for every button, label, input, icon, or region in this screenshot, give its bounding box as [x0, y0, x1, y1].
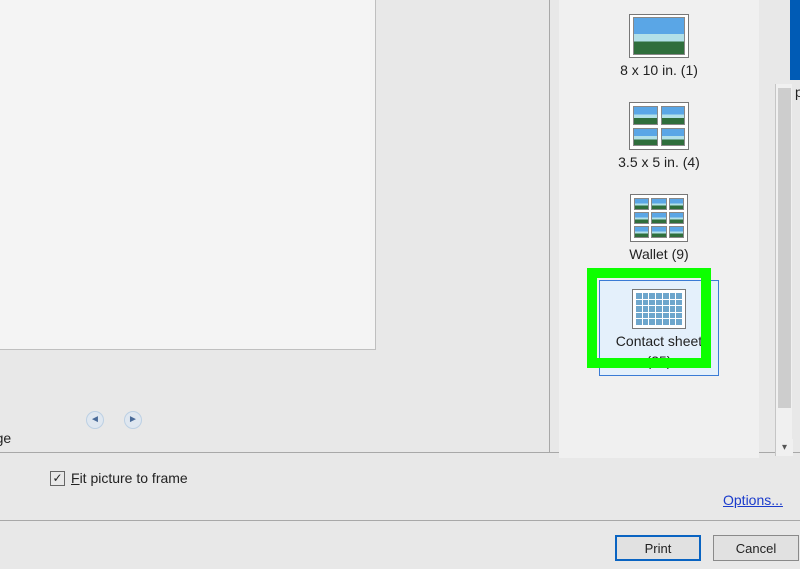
- photo-icon: [633, 106, 658, 125]
- photo-icon: [651, 198, 666, 210]
- pager-next-button[interactable]: ►: [124, 411, 142, 429]
- template-label: 8 x 10 in. (1): [620, 62, 698, 78]
- template-label: 3.5 x 5 in. (4): [618, 154, 700, 170]
- templates-scrollbar[interactable]: ▾: [775, 84, 792, 456]
- photo-dot-icon: [649, 300, 655, 306]
- photo-dot-icon: [643, 306, 649, 312]
- photo-dot-icon: [643, 313, 649, 319]
- options-link[interactable]: Options...: [723, 492, 783, 508]
- photo-dot-icon: [643, 319, 649, 325]
- photo-dot-icon: [676, 300, 682, 306]
- template-label-line1: Contact sheet: [616, 333, 702, 349]
- photo-dot-icon: [643, 300, 649, 306]
- template-label: Wallet (9): [629, 246, 688, 262]
- photo-icon: [669, 198, 684, 210]
- photo-dot-icon: [636, 319, 642, 325]
- photo-dot-icon: [636, 313, 642, 319]
- photo-icon: [661, 128, 686, 147]
- photo-icon: [661, 106, 686, 125]
- photo-dot-icon: [663, 300, 669, 306]
- photo-dot-icon: [649, 313, 655, 319]
- photo-dot-icon: [649, 293, 655, 299]
- photo-dot-icon: [636, 300, 642, 306]
- photo-dot-icon: [670, 306, 676, 312]
- template-contact-sheet-thumb: [632, 289, 686, 329]
- photo-dot-icon: [670, 313, 676, 319]
- photo-dot-icon: [656, 300, 662, 306]
- preview-panel: [0, 0, 376, 350]
- divider-vertical: [549, 0, 550, 453]
- fit-picture-label: Fit picture to frame: [71, 470, 188, 486]
- print-button[interactable]: Print: [615, 535, 701, 561]
- photo-dot-icon: [649, 319, 655, 325]
- template-wallet[interactable]: Wallet (9): [569, 188, 749, 268]
- print-pictures-dialog: p ◄ ► page Fit picture to frame 8 x 10 i…: [0, 0, 800, 569]
- pager-label: page: [0, 430, 11, 446]
- photo-dot-icon: [676, 313, 682, 319]
- template-8x10[interactable]: 8 x 10 in. (1): [569, 8, 749, 84]
- cancel-button[interactable]: Cancel: [713, 535, 799, 561]
- pager-prev-button[interactable]: ◄: [86, 411, 104, 429]
- photo-dot-icon: [656, 293, 662, 299]
- photo-icon: [633, 17, 685, 55]
- photo-dot-icon: [656, 319, 662, 325]
- photo-dot-icon: [676, 293, 682, 299]
- photo-dot-icon: [656, 306, 662, 312]
- photo-dot-icon: [663, 319, 669, 325]
- photo-icon: [669, 212, 684, 224]
- photo-dot-icon: [636, 293, 642, 299]
- photo-dot-icon: [670, 300, 676, 306]
- photo-dot-icon: [649, 306, 655, 312]
- template-contact-sheet[interactable]: Contact sheet (35): [599, 280, 719, 376]
- pager: ◄ ► page: [0, 405, 280, 445]
- photo-icon: [634, 198, 649, 210]
- titlebar-fragment: [790, 0, 800, 80]
- scrollbar-down-button[interactable]: ▾: [776, 439, 793, 456]
- photo-icon: [634, 212, 649, 224]
- photo-icon: [634, 226, 649, 238]
- template-3p5x5[interactable]: 3.5 x 5 in. (4): [569, 96, 749, 176]
- photo-dot-icon: [656, 313, 662, 319]
- photo-dot-icon: [663, 293, 669, 299]
- dialog-buttons: Print Cancel: [615, 535, 799, 561]
- photo-dot-icon: [663, 313, 669, 319]
- scrollbar-thumb[interactable]: [778, 88, 791, 408]
- photo-icon: [669, 226, 684, 238]
- cropped-text-fragment: p: [795, 84, 800, 100]
- photo-dot-icon: [663, 306, 669, 312]
- photo-icon: [633, 128, 658, 147]
- photo-dot-icon: [676, 319, 682, 325]
- photo-icon: [651, 226, 666, 238]
- photo-dot-icon: [643, 293, 649, 299]
- photo-dot-icon: [670, 293, 676, 299]
- photo-dot-icon: [670, 319, 676, 325]
- photo-dot-icon: [636, 306, 642, 312]
- fit-picture-to-frame-checkbox[interactable]: Fit picture to frame: [50, 470, 188, 486]
- template-wallet-thumb: [630, 194, 688, 242]
- template-8x10-thumb: [629, 14, 689, 58]
- photo-icon: [651, 212, 666, 224]
- template-label-line2: (35): [647, 353, 672, 369]
- template-3p5x5-thumb: [629, 102, 689, 150]
- layout-templates-list: 8 x 10 in. (1) 3.5 x 5 in. (4): [559, 0, 759, 458]
- photo-dot-icon: [676, 306, 682, 312]
- divider-2: [0, 520, 800, 521]
- checkbox-icon: [50, 471, 65, 486]
